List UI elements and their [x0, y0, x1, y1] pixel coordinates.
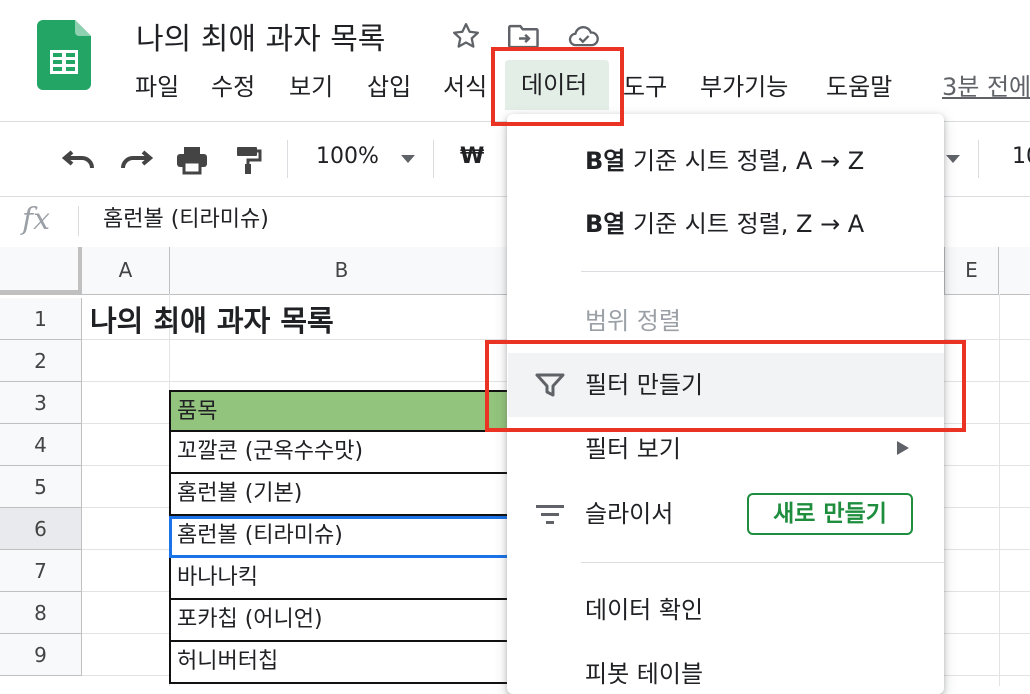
toolbar-separator — [978, 140, 979, 178]
menu-file[interactable]: 파일 — [135, 70, 179, 104]
row-header-9[interactable]: 9 — [0, 634, 82, 676]
column-header-a[interactable]: A — [82, 247, 170, 294]
row-header-3[interactable]: 3 — [0, 382, 82, 424]
fx-icon: fx — [22, 202, 51, 237]
menu-format[interactable]: 서식 — [443, 70, 487, 104]
print-icon[interactable] — [172, 140, 212, 180]
highlight-box-data-menu — [491, 47, 624, 126]
menu-view[interactable]: 보기 — [289, 70, 333, 104]
highlight-box-create-filter — [485, 340, 966, 432]
cell-b4[interactable]: 꼬깔콘 (군옥수수맛) — [169, 432, 511, 474]
filter-views[interactable]: 필터 보기 — [585, 433, 681, 465]
column-header-e[interactable]: E — [944, 247, 999, 294]
submenu-arrow-icon — [897, 441, 909, 455]
menu-help[interactable]: 도움말 — [826, 70, 892, 104]
row-header-2[interactable]: 2 — [0, 340, 82, 382]
menu-edit[interactable]: 수정 — [211, 70, 255, 104]
formula-separator — [78, 206, 79, 236]
slicer[interactable]: 슬라이서 — [585, 498, 673, 530]
cell-b8[interactable]: 포카칩 (어니언) — [169, 600, 511, 642]
toolbar-separator — [433, 140, 434, 178]
row-header-5[interactable]: 5 — [0, 466, 82, 508]
paint-format-icon[interactable] — [228, 140, 268, 180]
sort-za-column: B열 — [585, 210, 626, 238]
cell-b3-header[interactable]: 품목 — [169, 390, 511, 432]
sort-range: 범위 정렬 — [585, 307, 681, 335]
undo-icon[interactable] — [59, 140, 99, 180]
column-header-b[interactable]: B — [170, 247, 514, 294]
star-icon[interactable] — [450, 20, 482, 52]
toolbar-dropdown-icon[interactable] — [946, 155, 960, 163]
cell-b7[interactable]: 바나나킥 — [169, 558, 511, 600]
data-validation[interactable]: 데이터 확인 — [585, 594, 703, 626]
row-header-7[interactable]: 7 — [0, 550, 82, 592]
zoom-select[interactable]: 100% — [316, 142, 379, 172]
row-header-6[interactable]: 6 — [0, 508, 82, 550]
select-all-corner[interactable] — [0, 247, 82, 294]
font-size-select[interactable]: 10 — [1012, 142, 1030, 172]
cell-b6-selected[interactable]: 홈런볼 (티라미슈) — [169, 516, 511, 558]
toolbar-separator — [287, 140, 288, 178]
new-slicer-button[interactable]: 새로 만들기 — [747, 493, 913, 535]
sort-az-column: B열 — [585, 147, 626, 175]
pivot-table[interactable]: 피봇 테이블 — [585, 658, 703, 690]
currency-format-button[interactable]: ₩ — [460, 142, 484, 172]
menu-addons[interactable]: 부가기능 — [700, 70, 788, 104]
grid-line — [999, 294, 1000, 686]
redo-icon[interactable] — [116, 140, 156, 180]
sheets-logo-icon[interactable] — [37, 20, 91, 90]
formula-input[interactable]: 홈런볼 (티라미슈) — [103, 205, 269, 235]
menu-insert[interactable]: 삽입 — [367, 70, 411, 104]
row-header-4[interactable]: 4 — [0, 424, 82, 466]
sort-az-label: 기준 시트 정렬, A → Z — [625, 147, 865, 175]
slicer-icon — [536, 503, 564, 529]
zoom-dropdown-icon[interactable] — [401, 155, 415, 163]
sort-za-label: 기준 시트 정렬, Z → A — [625, 210, 865, 238]
cell-a1-title[interactable]: 나의 최애 과자 목록 — [90, 300, 334, 342]
menu-separator — [581, 562, 944, 563]
cell-b5[interactable]: 홈런볼 (기본) — [169, 474, 511, 516]
cell-b9[interactable]: 허니버터칩 — [169, 642, 511, 684]
menu-separator — [581, 271, 944, 272]
row-header-1[interactable]: 1 — [0, 298, 82, 340]
document-title[interactable]: 나의 최애 과자 목록 — [136, 14, 385, 58]
row-header-8[interactable]: 8 — [0, 592, 82, 634]
sort-sheet-a-z[interactable]: B열 기준 시트 정렬, A → Z — [585, 145, 864, 177]
last-edit-link[interactable]: 3분 전에 — [942, 70, 1030, 104]
menu-tools[interactable]: 도구 — [623, 70, 667, 104]
sort-sheet-z-a[interactable]: B열 기준 시트 정렬, Z → A — [585, 208, 864, 240]
